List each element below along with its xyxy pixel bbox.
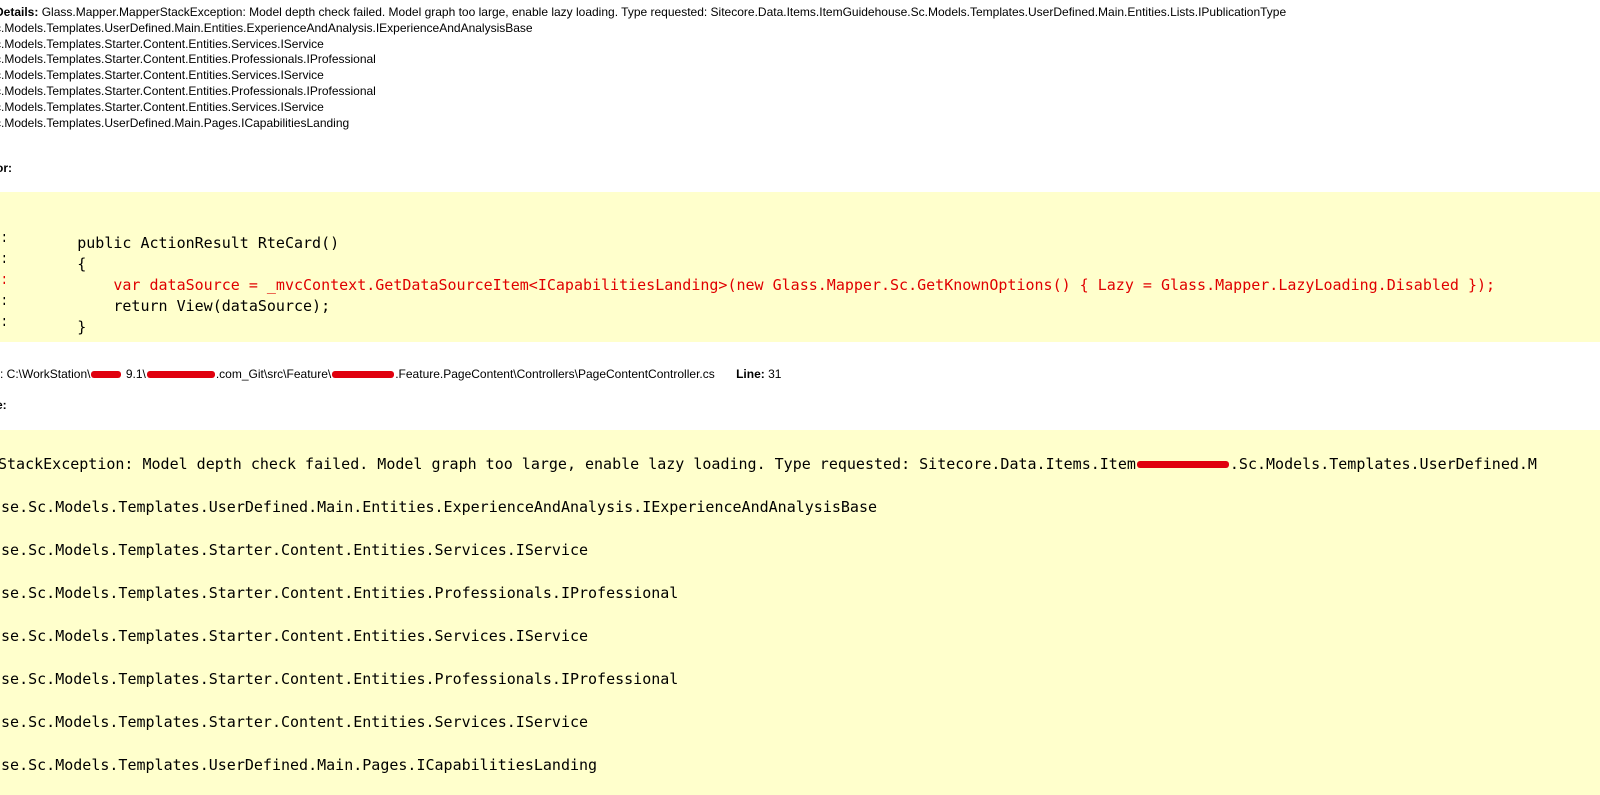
source-line: : }: [0, 310, 86, 338]
source-file-path-part: .Feature.PageContent\Controllers\PageCon…: [395, 367, 715, 381]
source-line-label: Line:: [736, 367, 765, 381]
exception-detail-line: c.Models.Templates.Starter.Content.Entit…: [0, 68, 324, 83]
stack-trace-first-part: StackException: Model depth check failed…: [0, 455, 1136, 473]
exception-detail-line: c.Models.Templates.Starter.Content.Entit…: [0, 52, 376, 67]
stack-trace-line: use.Sc.Models.Templates.Starter.Content.…: [0, 584, 679, 602]
stack-trace-line: use.Sc.Models.Templates.Starter.Content.…: [0, 627, 589, 645]
stack-trace-line: use.Sc.Models.Templates.UserDefined.Main…: [0, 756, 598, 774]
redaction-mark: [332, 371, 395, 379]
exception-detail-line: c.Models.Templates.Starter.Content.Entit…: [0, 99, 324, 114]
stack-trace-label: e:: [0, 398, 7, 412]
exception-details-first-line: Details: Glass.Mapper.MapperStackExcepti…: [0, 5, 1600, 21]
source-line-value: 31: [764, 367, 782, 381]
exception-message: Glass.Mapper.MapperStackException: Model…: [38, 5, 1287, 19]
source-line-code: }: [5, 318, 87, 336]
redaction-mark: [146, 371, 215, 379]
source-file-path-part: .com_Git\src\Feature\: [215, 367, 332, 381]
redaction-mark: [1136, 461, 1229, 468]
source-error-code-box: : public ActionResult RteCard() : { : va…: [0, 192, 1600, 342]
source-error-label: or:: [0, 161, 12, 175]
exception-details-label: Details:: [0, 5, 39, 19]
exception-detail-line: c.Models.Templates.UserDefined.Main.Enti…: [0, 20, 533, 35]
stack-trace-line: use.Sc.Models.Templates.Starter.Content.…: [0, 541, 589, 559]
stack-trace-first-rest: .Sc.Models.Templates.UserDefined.M: [1229, 455, 1537, 473]
exception-details: Details: Glass.Mapper.MapperStackExcepti…: [0, 5, 1600, 131]
stack-trace-line: StackException: Model depth check failed…: [0, 454, 1537, 474]
stack-trace-line: use.Sc.Models.Templates.UserDefined.Main…: [0, 498, 878, 516]
stack-trace-box: StackException: Model depth check failed…: [0, 430, 1600, 795]
exception-detail-line: c.Models.Templates.Starter.Content.Entit…: [0, 83, 376, 98]
stack-trace-line: use.Sc.Models.Templates.Starter.Content.…: [0, 713, 589, 731]
exception-detail-line: c.Models.Templates.Starter.Content.Entit…: [0, 36, 324, 51]
source-file-row: : C:\WorkStation\ 9.1\ .com_Git\src\Featu…: [0, 367, 781, 381]
redaction-mark: [91, 371, 122, 379]
source-file-prefix: : C:\WorkStation\: [0, 367, 91, 381]
source-file-path-part: 9.1\: [122, 367, 146, 381]
stack-trace-line: use.Sc.Models.Templates.Starter.Content.…: [0, 670, 679, 688]
exception-detail-line: c.Models.Templates.UserDefined.Main.Page…: [0, 115, 350, 130]
